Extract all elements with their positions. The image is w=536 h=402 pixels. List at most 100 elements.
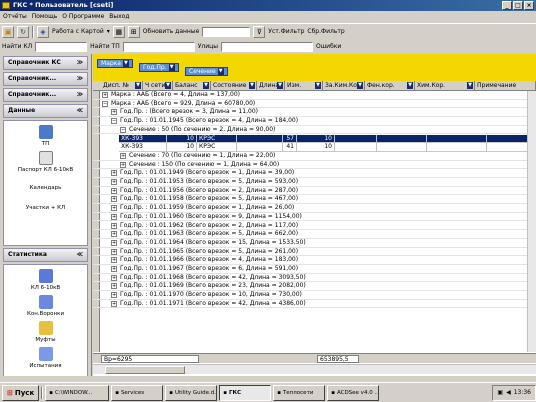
find-kl-input[interactable]: [35, 41, 88, 52]
group-by-section[interactable]: Сечение ▼: [185, 67, 228, 76]
sidebar-item-passport[interactable]: Паспорт КЛ 6-10кВ: [4, 147, 87, 173]
group-row[interactable]: − Год.Пр. : 01.01.1945 (Всего врезок = 4,…: [93, 117, 536, 126]
column-header[interactable]: Фен.кор. ▼: [365, 81, 415, 91]
group-row[interactable]: + Год.Пр. : 01.01.1969 (Всего врезок = 23…: [93, 282, 536, 292]
table-cell[interactable]: [377, 143, 427, 152]
group-row[interactable]: + Год.Пр. : 01.01.1965 (Всего врезок = 5,…: [93, 248, 536, 257]
table-cell[interactable]: 10: [167, 134, 197, 144]
group-row[interactable]: + Год.Пр. : 01.01.1966 (Всего врезок = 4,…: [93, 256, 536, 265]
table-cell[interactable]: [335, 143, 377, 152]
expand-icon[interactable]: +: [111, 257, 117, 264]
expand-icon[interactable]: +: [111, 222, 117, 229]
sidebar-item-tp[interactable]: ТП: [4, 121, 87, 147]
table-cell[interactable]: ХК-393: [119, 143, 167, 152]
expand-icon[interactable]: +: [111, 283, 117, 290]
group-row[interactable]: − Марка : ААБ (Всего = 929, Длина = 60780…: [93, 100, 536, 109]
streets-input[interactable]: [220, 41, 313, 52]
taskbar-task[interactable]: ▪ ACDSee v4.0 ...: [327, 384, 380, 401]
taskbar-task[interactable]: ▪ Теплосети: [273, 384, 326, 401]
funnel-icon[interactable]: ⊽: [253, 25, 266, 38]
taskbar-task[interactable]: ▪ ГКС: [219, 384, 272, 401]
expand-icon[interactable]: +: [111, 300, 117, 307]
expand-icon[interactable]: +: [111, 231, 117, 238]
sidebar-header-ref3[interactable]: Справочник... ≫: [3, 88, 88, 102]
sidebar-header-stats[interactable]: Статистика ≪: [3, 248, 88, 262]
refresh-data-field[interactable]: [202, 26, 251, 37]
table-row[interactable]: ХК-393 10 КРЭС 41 10: [119, 143, 536, 152]
group-row[interactable]: + Год.Пр. : 01.01.1964 (Всего врезок = 15…: [93, 239, 536, 248]
sidebar-header-ref2[interactable]: Справочник... ≫: [3, 72, 88, 86]
group-row[interactable]: − Сечение : 50 (По сечению = 2, Длина = 9…: [93, 126, 536, 135]
group-row[interactable]: + Год.Пр. : 01.01.1970 (Всего врезок = 10…: [93, 291, 536, 300]
group-row[interactable]: + Год.Пр. : 01.01.1959 (Всего врезок = 1,…: [93, 204, 536, 213]
errors-button[interactable]: Ошибки: [316, 43, 341, 50]
collapse-icon[interactable]: −: [120, 126, 126, 133]
group-row[interactable]: + Сечение : 70 (По сечению = 1, Длина = 2…: [93, 152, 536, 161]
group-by-year[interactable]: Год.Пр. ▼: [139, 63, 179, 72]
expand-icon[interactable]: +: [111, 170, 117, 177]
scrollbar-thumb[interactable]: [105, 366, 185, 374]
group-row[interactable]: + Год.Пр. : 01.01.1967 (Всего врезок = 6,…: [93, 265, 536, 274]
network-icon[interactable]: ▣: [497, 386, 503, 400]
table-cell[interactable]: КРЭС: [197, 134, 237, 144]
menu-help[interactable]: Помощь: [32, 11, 58, 22]
maximize-button[interactable]: □: [513, 1, 523, 10]
table-cell[interactable]: [427, 134, 487, 144]
menu-about[interactable]: О Программе: [62, 11, 104, 22]
set-filter-button[interactable]: Уст.Фильтр: [268, 28, 304, 35]
table-cell[interactable]: 10: [297, 134, 335, 144]
column-header[interactable]: Состояние ▼: [211, 81, 257, 91]
reset-filter-button[interactable]: Сбр.Фильтр: [307, 28, 344, 35]
sidebar-header-ks[interactable]: Справочник КС ≫: [3, 56, 88, 70]
expand-icon[interactable]: +: [111, 205, 117, 212]
table-cell[interactable]: 41: [257, 143, 297, 152]
column-header[interactable]: Хим.Кор. ▼: [415, 81, 475, 91]
column-header[interactable]: Изм. ▼: [285, 81, 323, 91]
group-row[interactable]: + Год.Пр. : 01.01.1971 (Всего врезок = 42…: [93, 300, 536, 309]
column-header[interactable]: Примечание: [475, 81, 536, 91]
group-row[interactable]: + Год.Пр. : 01.01.1968 (Всего врезок = 42…: [93, 274, 536, 283]
map-icon[interactable]: ◈: [37, 25, 49, 38]
group-row[interactable]: + Год.Пр. : 01.01.1960 (Всего врезок = 9,…: [93, 213, 536, 222]
table-row[interactable]: ХК-393 10 КРЭС 57 10: [119, 134, 536, 144]
column-header[interactable]: За.Ким.Кор. ▼: [323, 81, 365, 91]
sidebar-item-kl[interactable]: КЛ 6-10кВ: [4, 265, 87, 291]
group-row[interactable]: + Год.Пр. : 01.01.1956 (Всего врезок = 2,…: [93, 187, 536, 196]
taskbar-task[interactable]: ▪ C:\WINDOW...: [45, 384, 110, 401]
sidebar-item-funnels[interactable]: Кон.Воронки: [4, 291, 87, 317]
group-row[interactable]: + Год.Пр. : 01.01.1949 (Всего врезок = 1,…: [93, 169, 536, 178]
collapse-icon[interactable]: −: [111, 118, 117, 125]
close-button[interactable]: ×: [524, 1, 534, 10]
vertical-scrollbar[interactable]: [527, 91, 536, 352]
group-row[interactable]: + Год.Пр. : 01.01.1953 (Всего врезок = 5,…: [93, 178, 536, 187]
expand-icon[interactable]: +: [111, 196, 117, 203]
taskbar-task[interactable]: ▪ Services: [111, 384, 164, 401]
expand-icon[interactable]: +: [102, 92, 108, 98]
table-cell[interactable]: 57: [257, 134, 297, 144]
find-tp-input[interactable]: [122, 41, 195, 52]
group-row[interactable]: + Сечение : 150 (По сечению = 1, Длина = …: [93, 161, 536, 170]
expand-icon[interactable]: +: [111, 213, 117, 220]
sidebar-header-data[interactable]: Данные ≪: [3, 104, 88, 118]
menu-exit[interactable]: Выход: [109, 11, 129, 22]
sidebar-item-couplings[interactable]: Муфты: [4, 317, 87, 343]
taskbar-task[interactable]: ▪ Utility Guide.d...: [165, 384, 218, 401]
group-row[interactable]: + Год.Пр. : 01.01.1962 (Всего врезок = 2,…: [93, 222, 536, 231]
open-icon[interactable]: ▣: [2, 25, 14, 38]
sidebar-item-sections[interactable]: Участки + КЛ: [4, 191, 87, 211]
table-cell[interactable]: [335, 134, 377, 144]
filter-icon[interactable]: ⊞: [127, 25, 140, 38]
column-header[interactable]: Длина ▼: [257, 81, 285, 91]
horizontal-scrollbar[interactable]: [93, 364, 536, 374]
table-cell[interactable]: [377, 134, 427, 144]
minimize-button[interactable]: _: [502, 1, 512, 10]
expand-icon[interactable]: +: [111, 239, 117, 246]
volume-icon[interactable]: ◀: [506, 386, 511, 400]
table-cell[interactable]: 10: [167, 143, 197, 152]
table-cell[interactable]: 10: [297, 143, 335, 152]
column-header[interactable]: Ч сети ▼: [143, 81, 173, 91]
group-row[interactable]: + Марка : ААБ (Всего = 4, Длина = 137,00): [93, 91, 536, 100]
collapse-icon[interactable]: −: [102, 100, 108, 107]
column-header[interactable]: Дисп. № ▼: [101, 81, 143, 91]
sidebar-item-calendar[interactable]: Календарь: [4, 173, 87, 191]
